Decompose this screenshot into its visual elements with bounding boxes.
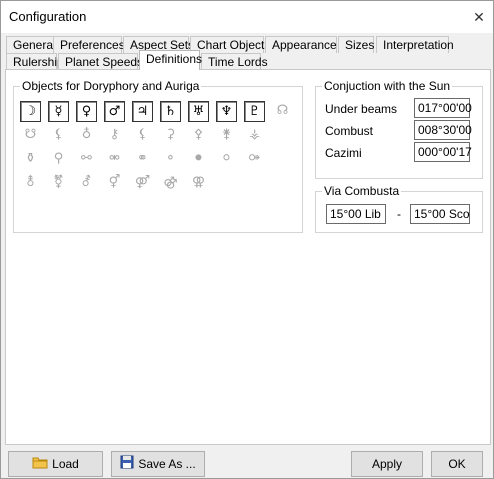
ok-button-label: OK	[448, 457, 466, 471]
cazimi-field[interactable]: 000°00'17	[414, 142, 472, 162]
obj-21-toggle[interactable]: ⚲	[48, 149, 69, 170]
lilith-toggle[interactable]: ⚸	[48, 125, 69, 146]
north-node-toggle[interactable]: ☊	[272, 101, 293, 122]
tab-sizes[interactable]: Sizes	[338, 36, 374, 53]
obj-28-toggle[interactable]: ⚩	[244, 149, 265, 170]
via-combusta-group-title: Via Combusta	[322, 184, 402, 198]
uranus-toggle[interactable]: ♅	[188, 101, 209, 122]
tab-time-lords[interactable]: Time Lords	[201, 53, 268, 70]
obj-30-toggle[interactable]: ⚧	[48, 173, 69, 194]
obj-22-toggle[interactable]: ⚯	[76, 149, 97, 170]
obj-20-toggle[interactable]: ⚱	[20, 149, 41, 170]
save-as-button[interactable]: Save As ...	[111, 451, 205, 477]
saturn-toggle[interactable]: ♄	[160, 101, 181, 122]
jupiter-toggle[interactable]: ♃	[132, 101, 153, 122]
obj-26-toggle[interactable]: ⚫	[188, 149, 209, 170]
chiron-toggle[interactable]: ⚷	[104, 125, 125, 146]
combust-field[interactable]: 008°30'00	[414, 120, 472, 140]
via-combusta-group: Via Combusta 15°00 Lib - 15°00 Sco	[315, 184, 483, 233]
obj-29-toggle[interactable]: ⚨	[20, 173, 41, 194]
black-moon-toggle[interactable]: ⚸	[132, 125, 153, 146]
mars-toggle[interactable]: ♂	[104, 101, 125, 122]
obj-34-toggle[interactable]: ⚣	[160, 173, 181, 194]
ok-button[interactable]: OK	[431, 451, 483, 477]
obj-35-toggle[interactable]: ⚢	[188, 173, 209, 194]
sun-conjunction-group: Conjuction with the Sun Under beams 017°…	[315, 79, 483, 179]
via-combusta-to-field[interactable]: 15°00 Sco	[410, 204, 470, 224]
obj-25-toggle[interactable]: ⚬	[160, 149, 181, 170]
tab-planet-speeds[interactable]: Planet Speeds	[58, 53, 143, 70]
objects-group: Objects for Doryphory and Auriga ☽ ☿ ♀ ♂ ♃ ♄ ♅…	[13, 79, 303, 233]
tab-interpretation[interactable]: Interpretation	[376, 36, 454, 53]
tab-preferences[interactable]: Preferences	[53, 36, 125, 53]
tab-appearance[interactable]: Appearance	[265, 36, 337, 53]
title-bar: Configuration ✕	[1, 1, 493, 33]
folder-icon	[32, 453, 48, 477]
pluto-toggle[interactable]: ♇	[244, 101, 265, 122]
via-combusta-from-field[interactable]: 15°00 Lib	[326, 204, 386, 224]
floppy-disk-icon	[120, 453, 134, 477]
under-beams-label: Under beams	[325, 102, 398, 116]
close-icon[interactable]: ✕	[471, 9, 487, 25]
earth-toggle[interactable]: ♁	[76, 125, 97, 146]
moon-toggle[interactable]: ☽	[20, 101, 41, 122]
sun-conjunction-group-title: Conjuction with the Sun	[322, 79, 453, 93]
obj-27-toggle[interactable]: ⚪	[216, 149, 237, 170]
vesta-toggle[interactable]: ⚶	[244, 125, 265, 146]
via-combusta-separator: -	[397, 207, 401, 221]
window-title: Configuration	[9, 9, 87, 24]
configuration-window: Configuration ✕ General Preferences Aspect…	[0, 0, 494, 479]
load-button[interactable]: Load	[8, 451, 103, 477]
load-button-label: Load	[52, 457, 79, 471]
apply-button-label: Apply	[371, 457, 403, 471]
neptune-toggle[interactable]: ♆	[216, 101, 237, 122]
obj-23-toggle[interactable]: ⚮	[104, 149, 125, 170]
objects-group-title: Objects for Doryphory and Auriga	[20, 79, 202, 93]
tab-general[interactable]: General	[6, 36, 56, 53]
tab-definitions[interactable]: Definitions	[139, 50, 202, 70]
obj-31-toggle[interactable]: ⚦	[76, 173, 97, 194]
pallas-toggle[interactable]: ⚴	[188, 125, 209, 146]
obj-32-toggle[interactable]: ⚥	[104, 173, 125, 194]
south-node-toggle[interactable]: ☋	[20, 125, 41, 146]
obj-24-toggle[interactable]: ⚭	[132, 149, 153, 170]
under-beams-field[interactable]: 017°00'00	[414, 98, 472, 118]
juno-toggle[interactable]: ⚵	[216, 125, 237, 146]
definitions-page: Objects for Doryphory and Auriga ☽ ☿ ♀ ♂ ♃ ♄ ♅…	[5, 69, 491, 445]
ceres-toggle[interactable]: ⚳	[160, 125, 181, 146]
combust-label: Combust	[325, 124, 374, 138]
apply-button[interactable]: Apply	[351, 451, 423, 477]
venus-toggle[interactable]: ♀	[76, 101, 97, 122]
cazimi-label: Cazimi	[325, 146, 362, 160]
obj-33-toggle[interactable]: ⚤	[132, 173, 153, 194]
save-as-button-label: Save As ...	[138, 457, 196, 471]
mercury-toggle[interactable]: ☿	[48, 101, 69, 122]
tab-rulership[interactable]: Rulership	[6, 53, 64, 70]
